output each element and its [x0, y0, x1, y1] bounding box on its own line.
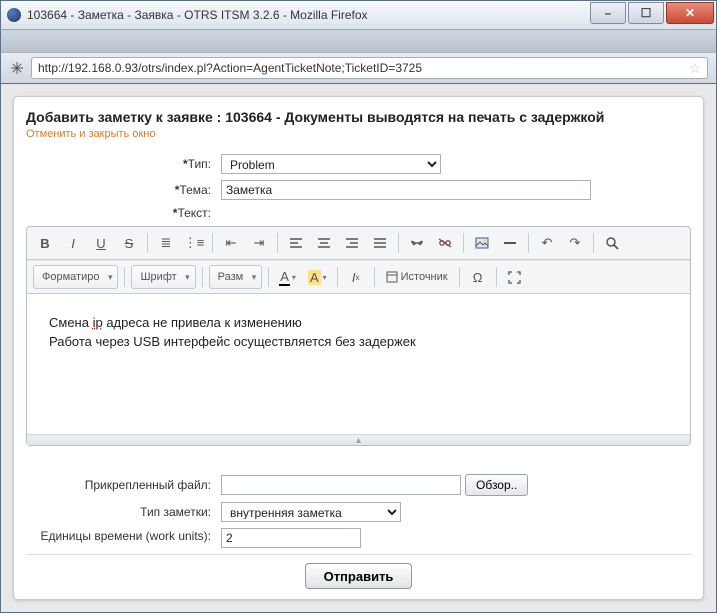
size-select[interactable]: Разм	[209, 265, 263, 289]
editor-body[interactable]: Смена ip адреса не привела к изменению Р…	[27, 294, 690, 434]
specialchar-button[interactable]: Ω	[466, 265, 490, 289]
editor-line: Смена ip адреса не привела к изменению	[49, 314, 668, 333]
strike-button[interactable]: S	[117, 231, 141, 255]
italic-button[interactable]: I	[61, 231, 85, 255]
font-select[interactable]: Шрифт	[131, 265, 195, 289]
hr-button[interactable]	[498, 231, 522, 255]
toolbar-separator	[212, 233, 213, 253]
window-titlebar: 103664 - Заметка - Заявка - OTRS ITSM 3.…	[0, 0, 717, 30]
image-button[interactable]	[470, 231, 494, 255]
align-right-button[interactable]	[340, 231, 364, 255]
underline-button[interactable]: U	[89, 231, 113, 255]
source-button[interactable]: Источник	[381, 265, 453, 289]
url-input[interactable]: http://192.168.0.93/otrs/index.pl?Action…	[31, 57, 708, 79]
maximize-button[interactable]	[503, 265, 527, 289]
editor-toolbar-row2: Форматиро Шрифт Разм A▾ A▾ Ix Источник	[27, 260, 690, 294]
align-justify-button[interactable]	[368, 231, 392, 255]
timeunits-input[interactable]	[221, 528, 361, 548]
numbered-list-button[interactable]: ≣	[154, 231, 178, 255]
browse-button[interactable]: Обзор..	[465, 474, 528, 496]
toolbar-separator	[463, 233, 464, 253]
find-button[interactable]	[600, 231, 624, 255]
firefox-icon	[7, 8, 21, 22]
window-minimize-button[interactable]: –	[590, 2, 626, 24]
subject-input[interactable]	[221, 180, 591, 200]
toolbar-separator	[528, 233, 529, 253]
link-button[interactable]	[405, 231, 429, 255]
page-title: Добавить заметку к заявке : 103664 - Док…	[26, 109, 691, 125]
text-label: *Текст:	[26, 206, 221, 220]
attachment-label: Прикрепленный файл:	[26, 478, 221, 492]
align-center-button[interactable]	[312, 231, 336, 255]
form-footer: Отправить	[26, 554, 691, 589]
richtext-editor: B I U S ≣ ⋮≡ ⇤ ⇥	[26, 226, 691, 446]
toolbar-separator	[496, 267, 497, 287]
outdent-button[interactable]: ⇤	[219, 231, 243, 255]
browser-addressbar: http://192.168.0.93/otrs/index.pl?Action…	[0, 52, 717, 84]
editor-line: Работа через USB интерфейс осуществляетс…	[49, 333, 668, 352]
bgcolor-button[interactable]: A▾	[304, 265, 331, 289]
type-select[interactable]: Problem	[221, 154, 441, 174]
notetype-label: Тип заметки:	[26, 505, 221, 519]
cancel-close-link[interactable]: Отменить и закрыть окно	[26, 128, 691, 140]
site-identity-icon[interactable]	[9, 60, 25, 76]
toolbar-separator	[124, 267, 125, 287]
removeformat-button[interactable]: Ix	[344, 265, 368, 289]
window-title: 103664 - Заметка - Заявка - OTRS ITSM 3.…	[27, 8, 368, 22]
unlink-button[interactable]	[433, 231, 457, 255]
toolbar-separator	[202, 267, 203, 287]
subject-label: *Тема:	[26, 183, 221, 197]
indent-button[interactable]: ⇥	[247, 231, 271, 255]
bookmark-star-icon[interactable]: ☆	[688, 60, 701, 77]
window-maximize-button[interactable]: ☐	[628, 2, 664, 24]
browser-tabstrip	[0, 30, 717, 52]
toolbar-separator	[268, 267, 269, 287]
bulleted-list-button[interactable]: ⋮≡	[182, 231, 206, 255]
format-select[interactable]: Форматиро	[33, 265, 118, 289]
timeunits-label: Единицы времени (work units):	[26, 528, 221, 545]
submit-button[interactable]: Отправить	[305, 563, 413, 589]
toolbar-separator	[337, 267, 338, 287]
notetype-select[interactable]: внутренняя заметка	[221, 502, 401, 522]
note-form-panel: Добавить заметку к заявке : 103664 - Док…	[13, 96, 704, 600]
bold-button[interactable]: B	[33, 231, 57, 255]
window-close-button[interactable]: ✕	[666, 2, 714, 24]
editor-resize-handle[interactable]: ▴	[27, 434, 690, 445]
toolbar-separator	[147, 233, 148, 253]
redo-button[interactable]: ↷	[563, 231, 587, 255]
editor-toolbar-row1: B I U S ≣ ⋮≡ ⇤ ⇥	[27, 227, 690, 260]
undo-button[interactable]: ↶	[535, 231, 559, 255]
toolbar-separator	[459, 267, 460, 287]
textcolor-button[interactable]: A▾	[275, 265, 300, 289]
align-left-button[interactable]	[284, 231, 308, 255]
type-label: *Тип:	[26, 157, 221, 171]
attachment-path-input[interactable]	[221, 475, 461, 495]
toolbar-separator	[398, 233, 399, 253]
toolbar-separator	[593, 233, 594, 253]
page-viewport: Добавить заметку к заявке : 103664 - Док…	[0, 84, 717, 613]
toolbar-separator	[277, 233, 278, 253]
toolbar-separator	[374, 267, 375, 287]
url-text: http://192.168.0.93/otrs/index.pl?Action…	[38, 61, 422, 75]
